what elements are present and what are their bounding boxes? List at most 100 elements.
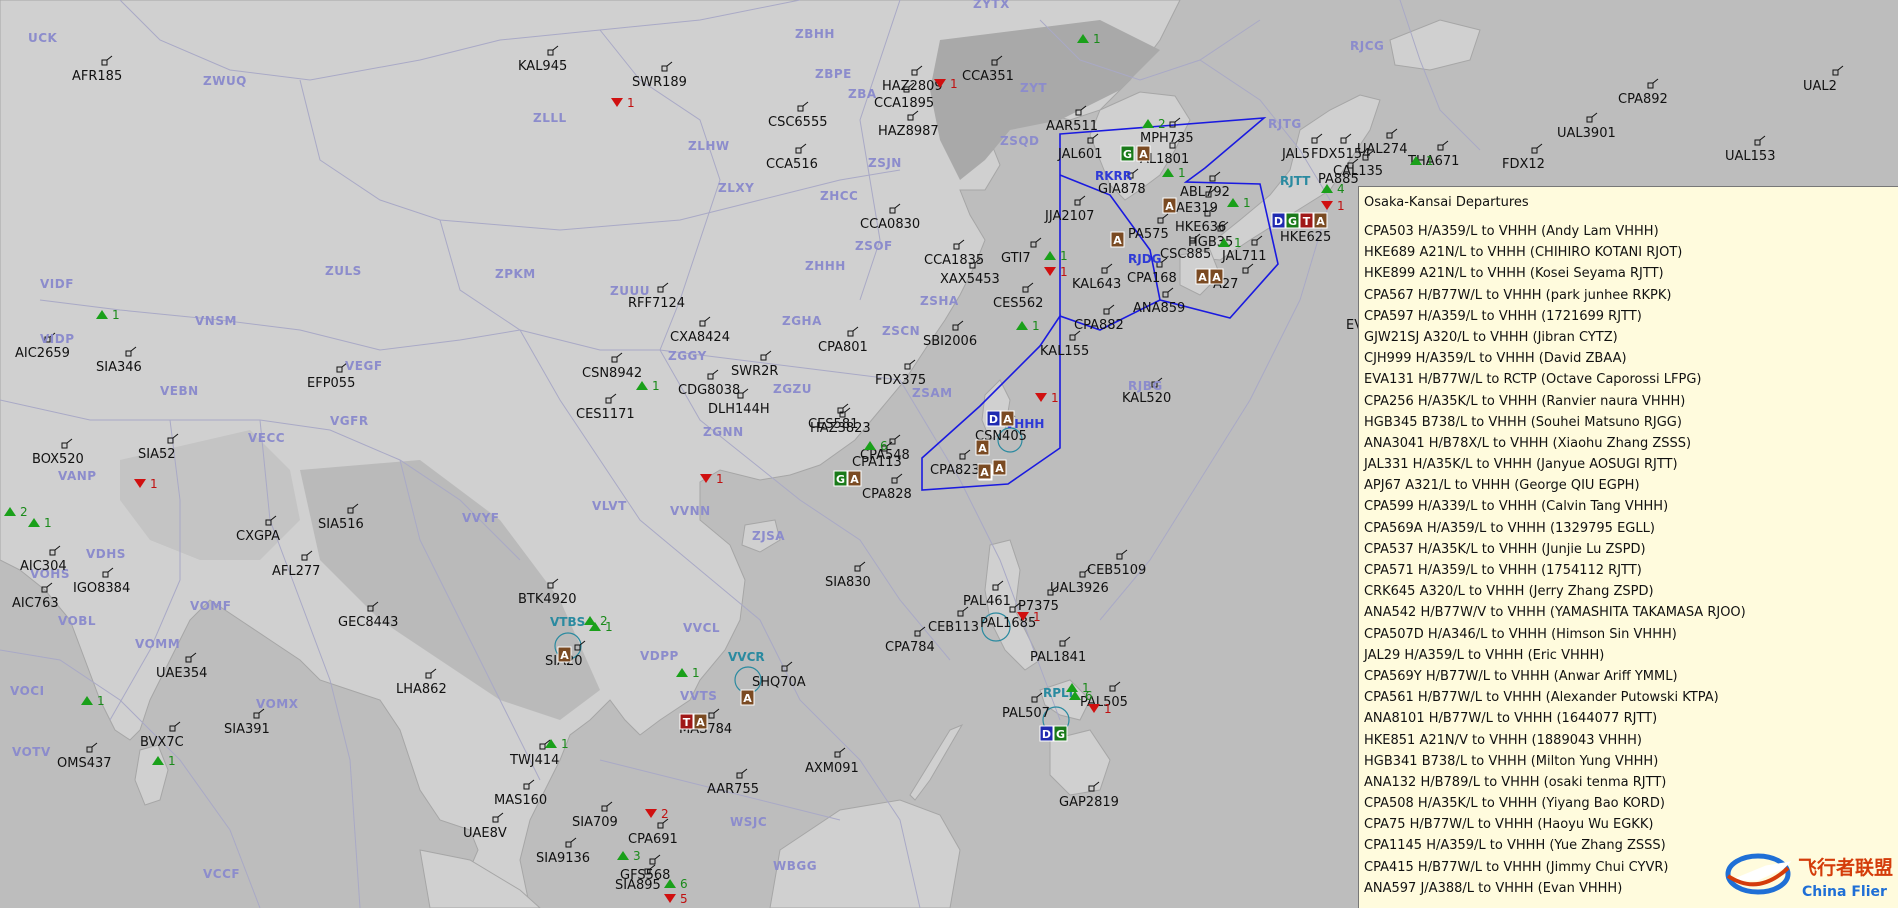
- aircraft-callsign-kal643[interactable]: KAL643: [1072, 277, 1121, 292]
- aircraft-callsign-ceb113[interactable]: CEB113: [928, 620, 979, 635]
- aircraft-callsign-swr189[interactable]: SWR189: [632, 75, 687, 90]
- aircraft-callsign-cca0830[interactable]: CCA0830: [860, 217, 920, 232]
- aircraft-callsign-igo8384[interactable]: IGO8384: [73, 581, 130, 596]
- aircraft-callsign-hke636[interactable]: HKE636: [1175, 220, 1226, 235]
- departure-entry[interactable]: CPA599 H/A339/L to VHHH (Calvin Tang VHH…: [1364, 496, 1898, 517]
- airport-badge-b-wmkk-t[interactable]: T: [679, 713, 694, 730]
- aircraft-callsign-twj414[interactable]: TWJ414: [509, 753, 559, 768]
- aircraft-callsign-afr185[interactable]: AFR185: [72, 69, 122, 84]
- departure-entry[interactable]: CRK645 A320/L to VHHH (Jerry Zhang ZSPD): [1364, 581, 1898, 602]
- departure-entry[interactable]: EVA131 H/B77W/L to RCTP (Octave Capoross…: [1364, 369, 1898, 390]
- aircraft-callsign-uae354[interactable]: UAE354: [156, 666, 207, 681]
- aircraft-callsign-gec8443[interactable]: GEC8443: [338, 615, 398, 630]
- departure-entry[interactable]: HKE851 A21N/V to VHHH (1889043 VHHH): [1364, 730, 1898, 751]
- aircraft-callsign-ana859[interactable]: ANA859: [1133, 301, 1185, 316]
- airport-badge-b-rjdg-a2[interactable]: A: [1209, 268, 1224, 285]
- aircraft-callsign-cpa828[interactable]: CPA828: [862, 487, 912, 502]
- aircraft-callsign-ual274[interactable]: UAL274: [1357, 142, 1407, 157]
- departure-entry[interactable]: CJH999 H/A359/L to VHHH (David ZBAA): [1364, 348, 1898, 369]
- aircraft-callsign-pa575[interactable]: PA575: [1128, 227, 1169, 242]
- aircraft-callsign-hke625[interactable]: HKE625: [1280, 230, 1331, 245]
- aircraft-callsign-cpa784[interactable]: CPA784: [885, 640, 935, 655]
- aircraft-callsign-pal1685[interactable]: PAL1685: [980, 616, 1036, 631]
- aircraft-callsign-axm091[interactable]: AXM091: [805, 761, 859, 776]
- departure-entry[interactable]: CPA597 H/A359/L to VHHH (1721699 RJTT): [1364, 306, 1898, 327]
- airport-badge-b-rjtt-a[interactable]: A: [1313, 212, 1328, 229]
- departure-entry[interactable]: CPA508 H/A35K/L to VHHH (Yiyang Bao KORD…: [1364, 793, 1898, 814]
- aircraft-callsign-cca1835[interactable]: CCA1835: [924, 253, 984, 268]
- aircraft-callsign-ual3926[interactable]: UAL3926: [1050, 581, 1109, 596]
- aircraft-callsign-oms437[interactable]: OMS437: [57, 756, 112, 771]
- airport-badge-b-vhhh-a2[interactable]: A: [975, 439, 990, 456]
- airport-label-rksi[interactable]: RKRR: [1095, 169, 1132, 183]
- aircraft-callsign-ces1171[interactable]: CES1171: [576, 407, 635, 422]
- airport-badge-b-vhhh-a4[interactable]: A: [992, 459, 1007, 476]
- aircraft-callsign-haz8987[interactable]: HAZ8987: [878, 124, 939, 139]
- aircraft-callsign-aar511[interactable]: AAR511: [1046, 119, 1098, 134]
- aircraft-callsign-box520[interactable]: BOX520: [32, 452, 84, 467]
- aircraft-callsign-cca516[interactable]: CCA516: [766, 157, 818, 172]
- departure-entry[interactable]: CPA503 H/A359/L to VHHH (Andy Lam VHHH): [1364, 221, 1898, 242]
- aircraft-callsign-csc6555[interactable]: CSC6555: [768, 115, 828, 130]
- departure-entry[interactable]: ANA542 H/B77W/V to VHHH (YAMASHITA TAKAM…: [1364, 602, 1898, 623]
- aircraft-callsign-cpa168[interactable]: CPA168: [1127, 271, 1177, 286]
- aircraft-callsign-aic763[interactable]: AIC763: [12, 596, 59, 611]
- departure-entry[interactable]: ANA8101 H/B77W/L to VHHH (1644077 RJTT): [1364, 708, 1898, 729]
- aircraft-callsign-uae8v[interactable]: UAE8V: [463, 826, 507, 841]
- airport-label-rjdg[interactable]: RJDG: [1128, 252, 1162, 266]
- airport-badge-b-rjbb-a2[interactable]: A: [1110, 231, 1125, 248]
- departure-entry[interactable]: HGB345 B738/L to VHHH (Souhei Matsuno RJ…: [1364, 412, 1898, 433]
- airport-badge-b-zgsz-a[interactable]: A: [847, 470, 862, 487]
- airport-badge-b-vhhh-a5[interactable]: A: [977, 463, 992, 480]
- airport-badge-b-rpll-g[interactable]: G: [1053, 725, 1068, 742]
- aircraft-callsign-jja2107[interactable]: JJA2107: [1044, 209, 1094, 224]
- airport-badge-b-zgsz-g[interactable]: G: [833, 470, 848, 487]
- departure-entry[interactable]: CPA569A H/A359/L to VHHH (1329795 EGLL): [1364, 518, 1898, 539]
- airport-badge-b-wmkk-a[interactable]: A: [693, 713, 708, 730]
- aircraft-callsign-cpa691[interactable]: CPA691: [628, 832, 678, 847]
- aircraft-callsign-sia9136[interactable]: SIA9136: [536, 851, 590, 866]
- aircraft-callsign-jal5[interactable]: JAL5: [1281, 147, 1310, 162]
- airport-label-vvcr[interactable]: VVCR: [728, 650, 765, 664]
- aircraft-callsign-sia709[interactable]: SIA709: [572, 815, 618, 830]
- aircraft-callsign-haz3823[interactable]: HAZ3823: [810, 421, 871, 436]
- aircraft-callsign-afl277[interactable]: AFL277: [272, 564, 320, 579]
- departure-entry[interactable]: ANA3041 H/B78X/L to VHHH (Xiaohu Zhang Z…: [1364, 433, 1898, 454]
- departures-list[interactable]: CPA503 H/A359/L to VHHH (Andy Lam VHHH) H…: [1359, 217, 1898, 899]
- aircraft-callsign-mas160[interactable]: MAS160: [494, 793, 547, 808]
- aircraft-callsign-kal945[interactable]: KAL945: [518, 59, 567, 74]
- aircraft-callsign-fdx12[interactable]: FDX12: [1502, 157, 1545, 172]
- aircraft-callsign-aic2659[interactable]: AIC2659: [15, 346, 70, 361]
- airport-badge-b-vtbs-a[interactable]: A: [557, 646, 572, 663]
- aircraft-callsign-dlh144h[interactable]: DLH144H: [708, 402, 770, 417]
- aircraft-callsign-gti7[interactable]: GTI7: [1001, 251, 1031, 266]
- aircraft-callsign-ae319[interactable]: AE319: [1176, 201, 1218, 216]
- departure-entry[interactable]: CPA567 H/B77W/L to VHHH (park junhee RKP…: [1364, 285, 1898, 306]
- departure-entry[interactable]: CPA256 H/A35K/L to VHHH (Ranvier naura V…: [1364, 391, 1898, 412]
- departure-entry[interactable]: JAL331 H/A35K/L to VHHH (Janyue AOSUGI R…: [1364, 454, 1898, 475]
- aircraft-callsign-gfs568[interactable]: GFS568: [620, 868, 670, 883]
- aircraft-callsign-cnk13[interactable]: CPA113: [852, 455, 902, 470]
- aircraft-callsign-efp055[interactable]: EFP055: [307, 376, 355, 391]
- departure-entry[interactable]: CPA569Y H/B77W/L to VHHH (Anwar Ariff YM…: [1364, 666, 1898, 687]
- aircraft-callsign-sia391[interactable]: SIA391: [224, 722, 270, 737]
- aircraft-callsign-haz2809[interactable]: HAZ2809: [882, 79, 943, 94]
- departure-entry[interactable]: GJW21SJ A320/L to VHHH (Jibran CYTZ): [1364, 327, 1898, 348]
- departure-entry[interactable]: HKE899 A21N/L to VHHH (Kosei Seyama RJTT…: [1364, 263, 1898, 284]
- aircraft-callsign-cpa801[interactable]: CPA801: [818, 340, 868, 355]
- aircraft-callsign-aic304[interactable]: AIC304: [20, 559, 67, 574]
- airport-badge-b-rjtt-g[interactable]: G: [1285, 212, 1300, 229]
- airport-badge-b-rksi-g[interactable]: G: [1120, 145, 1135, 162]
- aircraft-callsign-shq70a[interactable]: SHQ70A: [752, 675, 806, 690]
- airport-badge-b-rjdg-a1[interactable]: A: [1195, 268, 1210, 285]
- departure-entry[interactable]: APJ67 A321/L to VHHH (George QIU EGPH): [1364, 475, 1898, 496]
- aircraft-callsign-abl792[interactable]: ABL792: [1180, 185, 1230, 200]
- airport-label-vtbs[interactable]: VTBS: [550, 615, 585, 629]
- departure-entry[interactable]: ANA132 H/B789/L to VHHH (osaki tenma RJT…: [1364, 772, 1898, 793]
- departure-entry[interactable]: HKE689 A21N/L to VHHH (CHIHIRO KOTANI RJ…: [1364, 242, 1898, 263]
- airport-badge-b-rjtt-d[interactable]: D: [1271, 212, 1286, 229]
- aircraft-callsign-mph735[interactable]: MPH735: [1140, 131, 1194, 146]
- aircraft-callsign-pal507[interactable]: PAL507: [1002, 706, 1050, 721]
- aircraft-callsign-pal461[interactable]: PAL461: [963, 594, 1011, 609]
- aircraft-callsign-lha862[interactable]: LHA862: [396, 682, 447, 697]
